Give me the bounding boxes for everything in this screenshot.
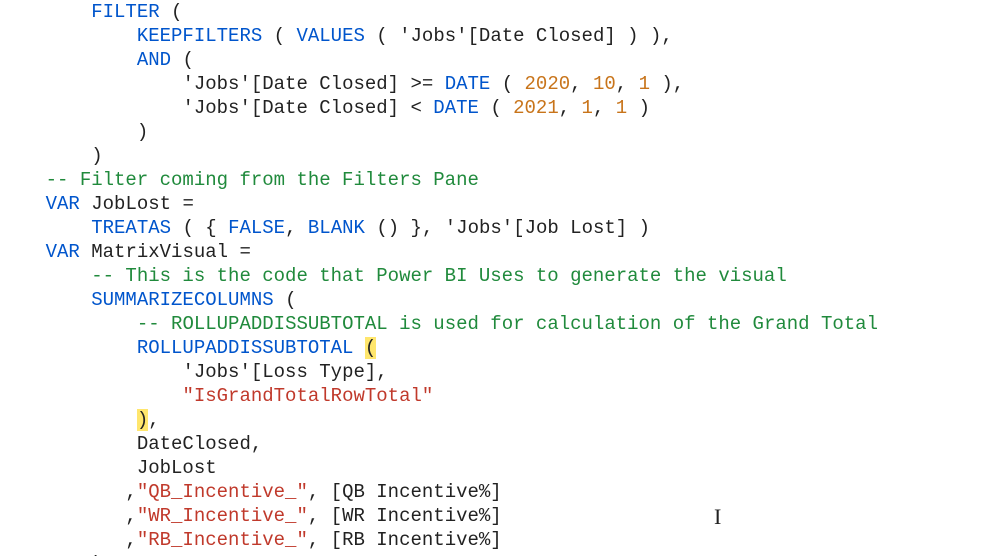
kw-treatas: TREATAS [91,217,171,239]
comment-rollup-prefix: -- [137,313,171,335]
kw-rollupaddissubtotal: ROLLUPADDISSUBTOTAL [137,337,354,359]
meas-qb: [QB Incentive%] [331,481,502,503]
kw-date: DATE [433,97,479,119]
kw-var: VAR [46,241,80,263]
str-wr: "WR_Incentive_" [137,505,308,527]
num-1: 1 [582,97,593,119]
kw-filter: FILTER [91,1,159,23]
str-qb: "QB_Incentive_" [137,481,308,503]
meas-wr: [WR Incentive%] [331,505,502,527]
kw-date: DATE [445,73,491,95]
id-joblost: JobLost [137,457,217,479]
comment-rollup-suffix: is used for calculation of the Grand Tot… [388,313,878,335]
dax-code-block: FILTER ( KEEPFILTERS ( VALUES ( 'Jobs'[D… [0,0,991,556]
col-job-lost: 'Jobs'[Job Lost] [445,217,627,239]
kw-false: FALSE [228,217,285,239]
id-dateclosed: DateClosed [137,433,251,455]
kw-var: VAR [46,193,80,215]
num-10: 10 [593,73,616,95]
str-isgrandtotal: "IsGrandTotalRowTotal" [182,385,433,407]
col-date-closed: 'Jobs'[Date Closed] [399,25,616,47]
kw-values: VALUES [296,25,364,47]
paren-open: ( [171,1,182,23]
kw-keepfilters: KEEPFILTERS [137,25,262,47]
str-rb: "RB_Incentive_" [137,529,308,551]
num-2020: 2020 [525,73,571,95]
num-1: 1 [639,73,650,95]
col-date-closed: 'Jobs'[Date Closed] [182,73,399,95]
bracket-highlight-open: ( [365,337,376,359]
meas-rb: [RB Incentive%] [331,529,502,551]
kw-blank: BLANK [308,217,365,239]
var-matrixvisual: MatrixVisual [91,241,228,263]
num-2021: 2021 [513,97,559,119]
text-cursor-icon: I [714,505,721,529]
comment-rollup-fn: ROLLUPADDISSUBTOTAL [171,313,388,335]
col-loss-type: 'Jobs'[Loss Type] [182,361,376,383]
bracket-highlight-close: ) [137,409,148,431]
kw-summarizecolumns: SUMMARIZECOLUMNS [91,289,273,311]
num-1: 1 [616,97,627,119]
comment-powerbi: -- This is the code that Power BI Uses t… [91,265,787,287]
col-date-closed: 'Jobs'[Date Closed] [182,97,399,119]
comment-filters-pane: -- Filter coming from the Filters Pane [46,169,479,191]
kw-and: AND [137,49,171,71]
var-joblost: JobLost [91,193,171,215]
